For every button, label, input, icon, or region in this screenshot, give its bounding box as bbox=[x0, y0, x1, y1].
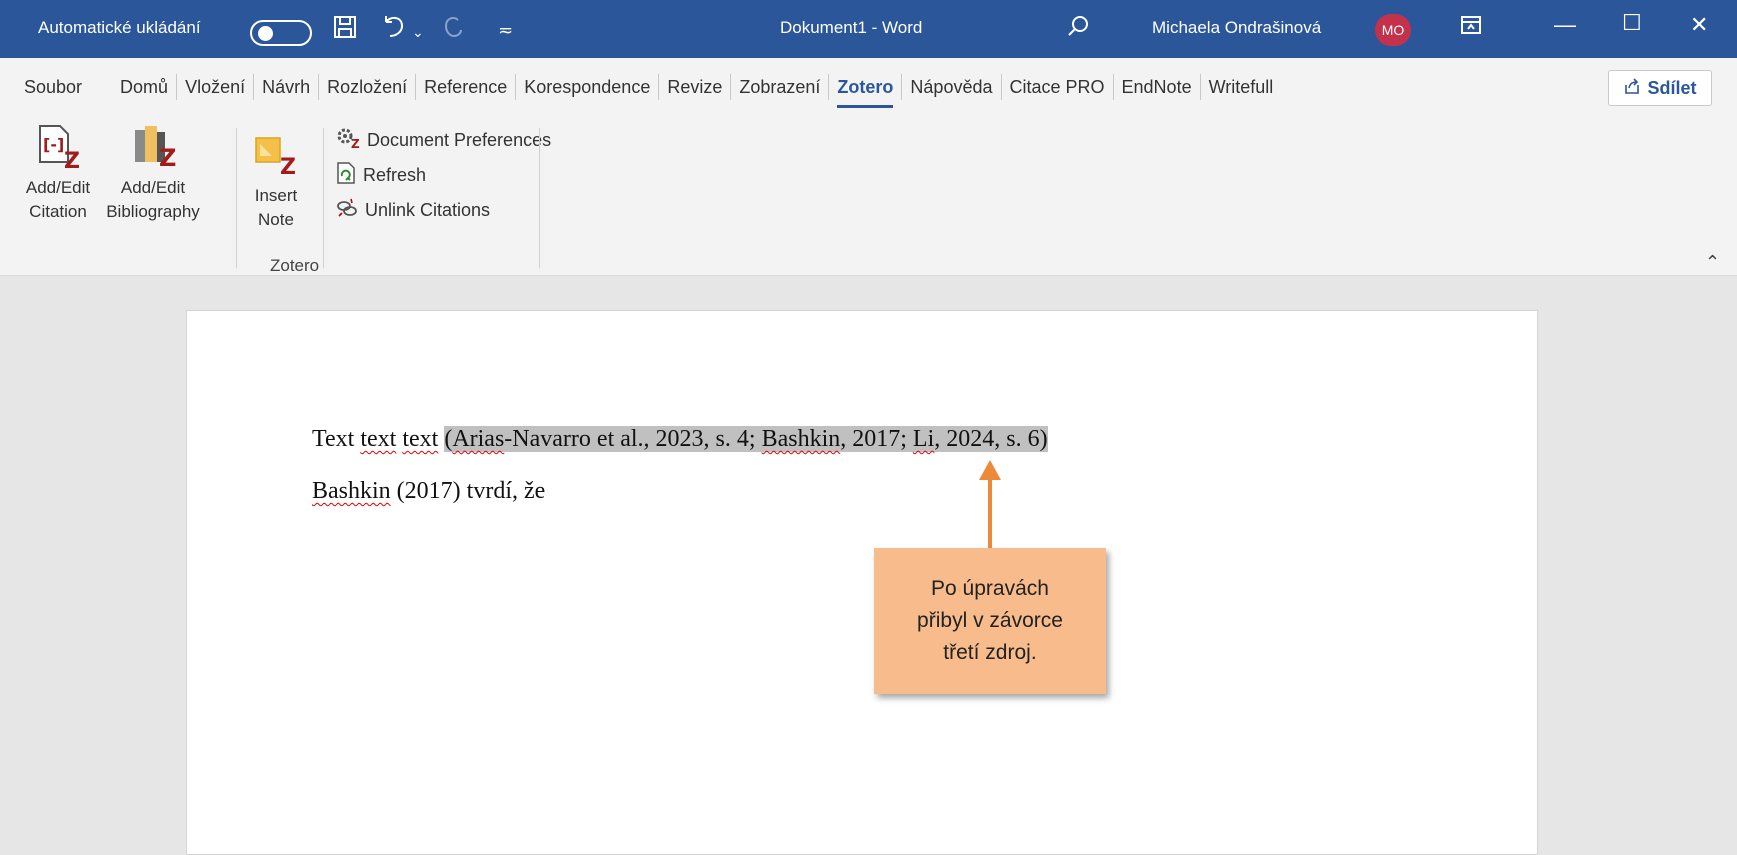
refresh-icon bbox=[335, 161, 357, 190]
close-icon[interactable]: ✕ bbox=[1690, 12, 1708, 38]
document-title: Dokument1 - Word bbox=[780, 18, 923, 37]
insert-note-icon: Z bbox=[252, 130, 300, 180]
share-label: Sdílet bbox=[1647, 77, 1697, 98]
annotation-arrow bbox=[988, 478, 992, 550]
ribbon-tabs: Soubor Domů Vložení Návrh Rozložení Refe… bbox=[0, 58, 1737, 116]
add-edit-bibliography-icon: Z bbox=[129, 122, 177, 172]
add-edit-bibliography-label-2: Bibliography bbox=[106, 202, 200, 221]
customize-toolbar-icon[interactable]: ≂ bbox=[498, 16, 513, 44]
insert-note-label-2: Note bbox=[258, 210, 294, 229]
minimize-icon[interactable]: — bbox=[1554, 12, 1576, 38]
ribbon-separator bbox=[236, 128, 237, 268]
undo-icon[interactable] bbox=[380, 14, 410, 47]
refresh-label: Refresh bbox=[363, 165, 427, 185]
autosave-label: Automatické ukládání bbox=[38, 18, 201, 37]
insert-note-button[interactable]: Z Insert Note bbox=[246, 130, 306, 232]
document-page[interactable] bbox=[186, 310, 1538, 855]
search-icon[interactable] bbox=[1066, 14, 1090, 45]
text-run: (2017) tvrdí, že bbox=[390, 478, 546, 504]
text-run-misspelled: Bashkin bbox=[312, 478, 391, 504]
tab-navrh[interactable]: Návrh bbox=[254, 74, 320, 100]
annotation-arrow-head bbox=[979, 460, 1001, 480]
add-edit-bibliography-label-1: Add/Edit bbox=[120, 178, 186, 197]
ribbon-separator bbox=[323, 128, 324, 268]
ribbon-separator bbox=[539, 128, 540, 268]
citation-text: -Navarro et al., 2023, s. 4; bbox=[504, 426, 762, 452]
undo-dropdown-icon[interactable]: ⌄ bbox=[412, 18, 424, 46]
citation-text: , 2024, s. 6) bbox=[934, 426, 1048, 452]
text-run: Text bbox=[312, 426, 361, 452]
citation-author: Li bbox=[912, 426, 935, 452]
share-icon bbox=[1623, 77, 1641, 100]
unlink-citations-label: Unlink Citations bbox=[365, 200, 491, 220]
zotero-citation-field[interactable]: (Arias-Navarro et al., 2023, s. 4; Bashk… bbox=[444, 426, 1048, 452]
tab-domu[interactable]: Domů bbox=[112, 74, 178, 100]
ribbon-display-options-icon[interactable] bbox=[1460, 14, 1482, 43]
collapse-ribbon-icon[interactable]: ⌃ bbox=[1705, 252, 1720, 273]
maximize-icon[interactable]: ☐ bbox=[1622, 10, 1642, 36]
svg-text:Z: Z bbox=[351, 137, 360, 150]
add-edit-citation-icon: [-] Z bbox=[34, 122, 82, 174]
redo-icon[interactable] bbox=[440, 14, 466, 47]
refresh-button[interactable]: Refresh bbox=[335, 161, 426, 190]
document-preferences-label: Document Preferences bbox=[367, 130, 552, 150]
save-icon[interactable] bbox=[332, 14, 358, 47]
gear-icon: Z bbox=[335, 126, 361, 155]
tab-revize[interactable]: Revize bbox=[659, 74, 732, 100]
citation-text: , 2017; bbox=[840, 426, 913, 452]
text-run-misspelled: text bbox=[402, 426, 439, 452]
citation-author: Bashkin bbox=[761, 426, 841, 452]
insert-note-label-1: Insert bbox=[254, 186, 298, 205]
svg-text:Z: Z bbox=[159, 144, 176, 170]
citation-author: Arias bbox=[452, 426, 505, 452]
tab-citace-pro[interactable]: Citace PRO bbox=[1002, 74, 1114, 100]
tab-endnote[interactable]: EndNote bbox=[1114, 74, 1201, 100]
tab-writefull[interactable]: Writefull bbox=[1201, 74, 1282, 100]
autosave-toggle[interactable] bbox=[250, 20, 312, 46]
tab-soubor[interactable]: Soubor bbox=[24, 74, 112, 100]
tab-reference[interactable]: Reference bbox=[416, 74, 517, 100]
avatar[interactable]: MO bbox=[1375, 14, 1411, 46]
add-edit-bibliography-button[interactable]: Z Add/Edit Bibliography bbox=[98, 122, 208, 224]
share-button[interactable]: Sdílet bbox=[1608, 70, 1712, 106]
document-line-2[interactable]: Bashkin (2017) tvrdí, že bbox=[312, 478, 545, 505]
svg-text:[-]: [-] bbox=[43, 135, 64, 154]
tab-korespondence[interactable]: Korespondence bbox=[516, 74, 660, 100]
tab-zotero[interactable]: Zotero bbox=[829, 74, 903, 108]
unlink-citations-button[interactable]: Unlink Citations bbox=[335, 196, 490, 225]
ribbon-group-label: Zotero bbox=[270, 256, 320, 275]
tab-napoveda[interactable]: Nápověda bbox=[902, 74, 1002, 100]
text-run-misspelled: text bbox=[360, 426, 397, 452]
tab-zobrazeni[interactable]: Zobrazení bbox=[731, 74, 830, 100]
title-bar: Automatické ukládání ⌄ ≂ Dokument1 - Wor… bbox=[0, 0, 1737, 58]
user-name[interactable]: Michaela Ondrašinová bbox=[1152, 18, 1321, 38]
annotation-callout: Po úpravách přibyl v závorce třetí zdroj… bbox=[874, 548, 1106, 694]
document-line-1[interactable]: Text text text (Arias-Navarro et al., 20… bbox=[312, 426, 1048, 453]
add-edit-citation-label-1: Add/Edit bbox=[25, 178, 91, 197]
unlink-icon bbox=[335, 196, 359, 225]
add-edit-citation-label-2: Citation bbox=[29, 202, 87, 221]
toggle-knob bbox=[258, 26, 273, 41]
tab-vlozeni[interactable]: Vložení bbox=[177, 74, 255, 100]
svg-text:Z: Z bbox=[280, 155, 296, 178]
svg-text:Z: Z bbox=[64, 149, 80, 170]
document-preferences-button[interactable]: Z Document Preferences bbox=[335, 126, 551, 155]
tab-rozlozeni[interactable]: Rozložení bbox=[319, 74, 417, 100]
add-edit-citation-button[interactable]: [-] Z Add/Edit Citation bbox=[18, 122, 98, 224]
